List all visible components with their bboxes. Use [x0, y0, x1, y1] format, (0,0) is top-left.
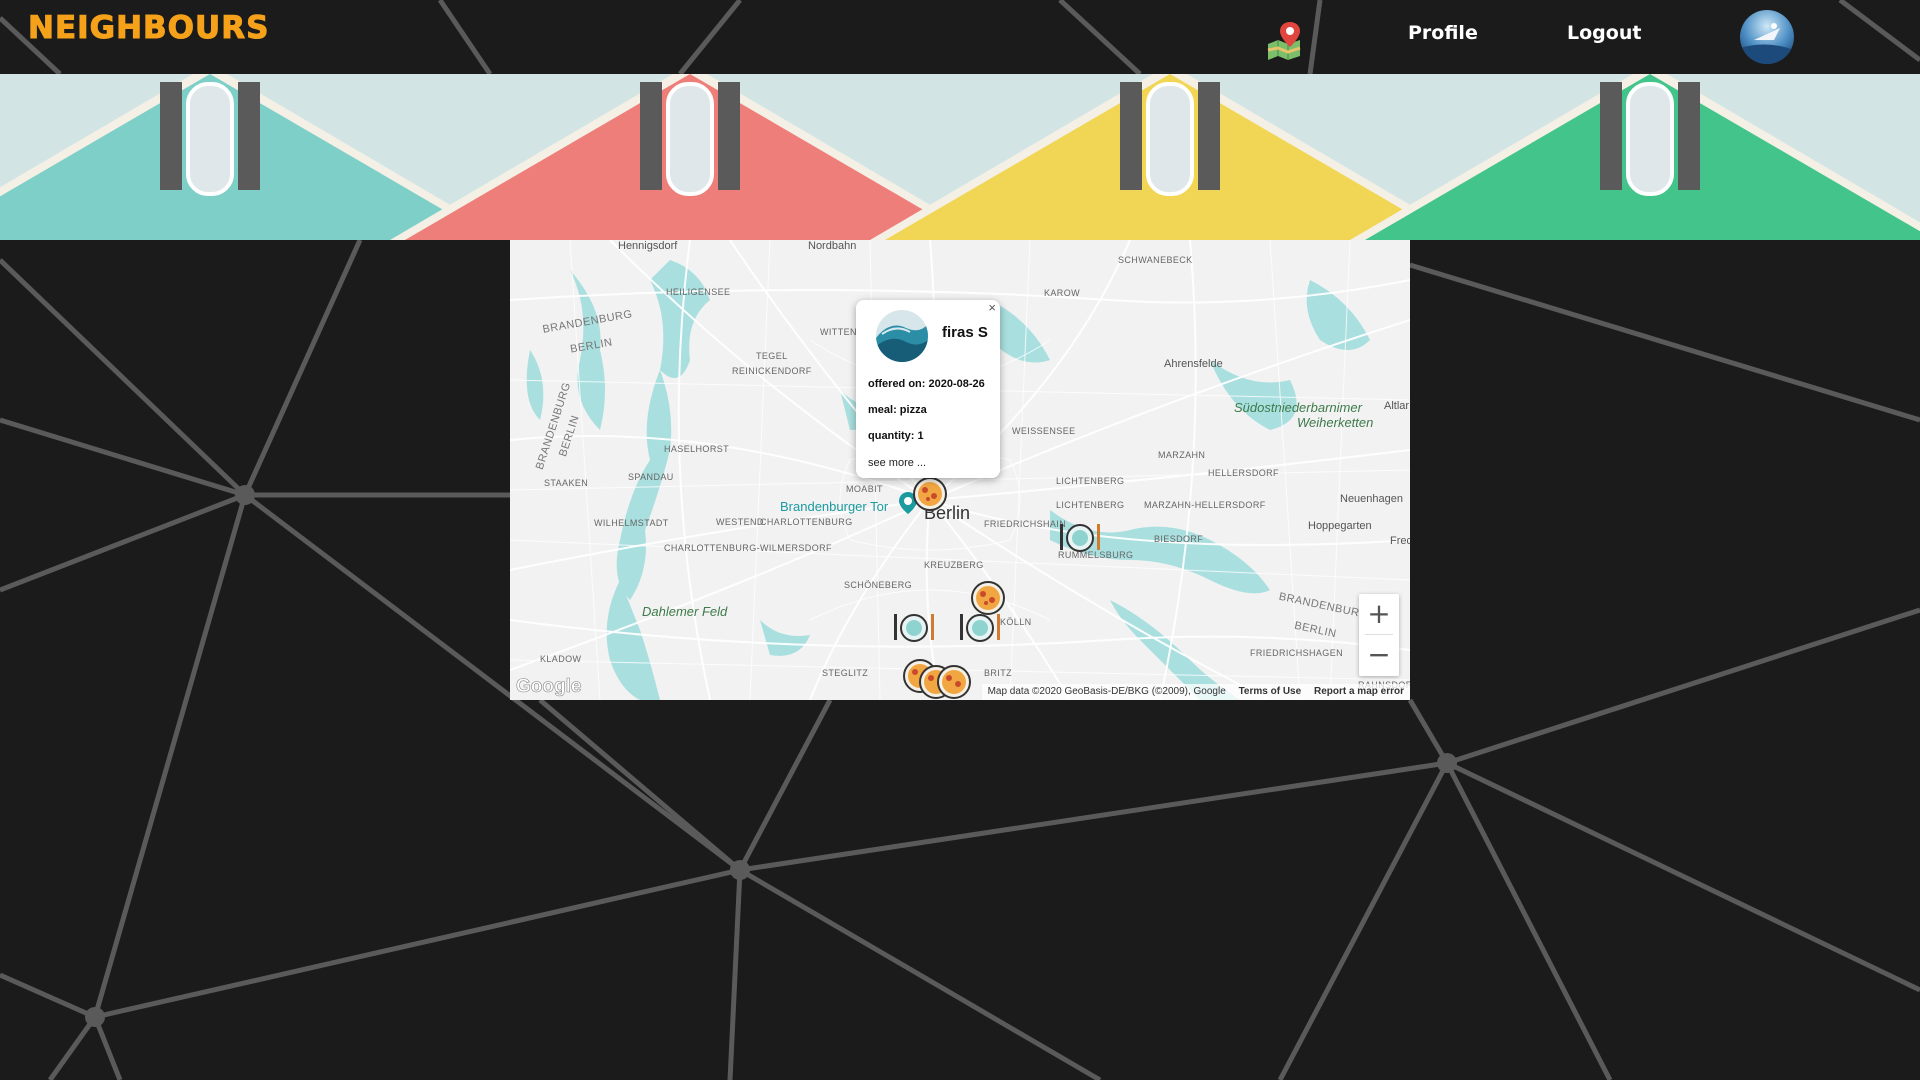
map-label: BIESDORF [1154, 534, 1204, 544]
map-label: MARZAHN [1158, 450, 1206, 460]
house-shutter [718, 82, 740, 190]
map-label: REINICKENDORF [732, 366, 812, 376]
map-label: KAROW [1044, 288, 1081, 298]
map-label: BRITZ [984, 668, 1012, 678]
house-shutter [1198, 82, 1220, 190]
plate-marker-icon[interactable] [1058, 518, 1102, 554]
house-shutter [160, 82, 182, 190]
map-label: TEGEL [756, 351, 788, 361]
map-label: Südostniederbarnimer [1234, 400, 1362, 415]
offer-quantity: quantity: 1 [868, 430, 924, 442]
user-avatar[interactable] [1740, 10, 1794, 64]
terms-of-use-link[interactable]: Terms of Use [1239, 686, 1302, 697]
map-label: Nordbahn [808, 240, 857, 252]
google-logo[interactable]: Google [516, 676, 582, 698]
map-label: HELLERSDORF [1208, 468, 1279, 478]
house-window [1146, 82, 1194, 196]
house-shutter [238, 82, 260, 190]
pizza-marker-icon[interactable] [912, 476, 948, 512]
map-label: KÖLLN [1000, 617, 1032, 627]
map-label: Hoppegarten [1308, 520, 1372, 532]
map-label: SCHWANEBECK [1118, 255, 1193, 265]
top-navbar: NEIGHBOURS Profile Logout [0, 0, 1920, 74]
map-label: WITTEN [820, 327, 857, 337]
offer-info-popup: × firas S offered on: 2020-08-26 meal: p… [856, 300, 1000, 478]
map-label: KREUZBERG [924, 560, 984, 570]
map-label: Hennigsdorf [618, 240, 678, 252]
map-label: CHARLOTTENBURG-WILMERSDORF [664, 543, 832, 553]
plate-marker-icon[interactable] [958, 608, 1002, 644]
map-label: Dahlemer Feld [642, 604, 728, 619]
see-more-link[interactable]: see more ... [868, 457, 926, 469]
map-label: FRIEDRICHSHAGEN [1250, 648, 1344, 658]
map-label: HEILIGENSEE [666, 287, 731, 297]
map-label: SPANDAU [628, 472, 674, 482]
map-label: WESTEND [716, 517, 764, 527]
offer-user-avatar [876, 310, 928, 362]
house-shutter [1678, 82, 1700, 190]
map-label: MOABIT [846, 484, 883, 494]
map-label: FRIEDRICHSHAIN [984, 519, 1067, 529]
offer-date: offered on: 2020-08-26 [868, 378, 985, 390]
map-label: STEGLITZ [822, 668, 869, 678]
map-label: Fred [1390, 535, 1410, 547]
offer-user-name: firas S [942, 324, 988, 341]
neighbourhood-map[interactable]: Hennigsdorf Nordbahn SCHWANEBECK HEILIGE… [510, 240, 1410, 700]
map-label: HASELHORST [664, 444, 730, 454]
map-label: WILHELMSTADT [594, 518, 669, 528]
house-shutter [1120, 82, 1142, 190]
house-shutter [1600, 82, 1622, 190]
map-label: Weiherketten [1297, 415, 1374, 430]
map-label-landmark: Brandenburger Tor [780, 499, 889, 514]
map-label: CHARLOTTENBURG [760, 517, 853, 527]
map-pin-icon[interactable] [1264, 20, 1304, 60]
house-window [666, 82, 714, 196]
map-attribution: Map data ©2020 GeoBasis-DE/BKG (©2009), … [981, 684, 1410, 700]
map-label: STAAKEN [544, 478, 589, 488]
map-data-credit: Map data ©2020 GeoBasis-DE/BKG (©2009), … [987, 686, 1226, 697]
pizza-marker-icon[interactable] [936, 664, 972, 700]
map-label: WEISSENSEE [1012, 426, 1076, 436]
house-shutter [640, 82, 662, 190]
zoom-in-button[interactable]: + [1359, 594, 1399, 634]
zoom-out-button[interactable]: − [1359, 635, 1399, 675]
house-window [1626, 82, 1674, 196]
nav-profile-link[interactable]: Profile [1408, 22, 1478, 44]
map-label: Neuenhagen [1340, 493, 1404, 505]
app-logo[interactable]: NEIGHBOURS [27, 10, 269, 47]
map-label: LICHTENBERG [1056, 476, 1125, 486]
report-map-error-link[interactable]: Report a map error [1314, 686, 1404, 697]
house-window [186, 82, 234, 196]
houses-banner [0, 74, 1920, 240]
nav-logout-link[interactable]: Logout [1567, 22, 1641, 44]
map-label: KLADOW [540, 654, 582, 664]
zoom-controls: + − [1359, 594, 1399, 676]
offer-meal: meal: pizza [868, 404, 927, 416]
map-label: Ahrensfelde [1164, 358, 1223, 370]
map-label: Altlar [1384, 400, 1410, 412]
plate-marker-icon[interactable] [892, 608, 936, 644]
map-label: LICHTENBERG [1056, 500, 1125, 510]
map-label: SCHÖNEBERG [844, 580, 913, 590]
map-label: MARZAHN-HELLERSDORF [1144, 500, 1266, 510]
close-icon[interactable]: × [988, 300, 996, 315]
